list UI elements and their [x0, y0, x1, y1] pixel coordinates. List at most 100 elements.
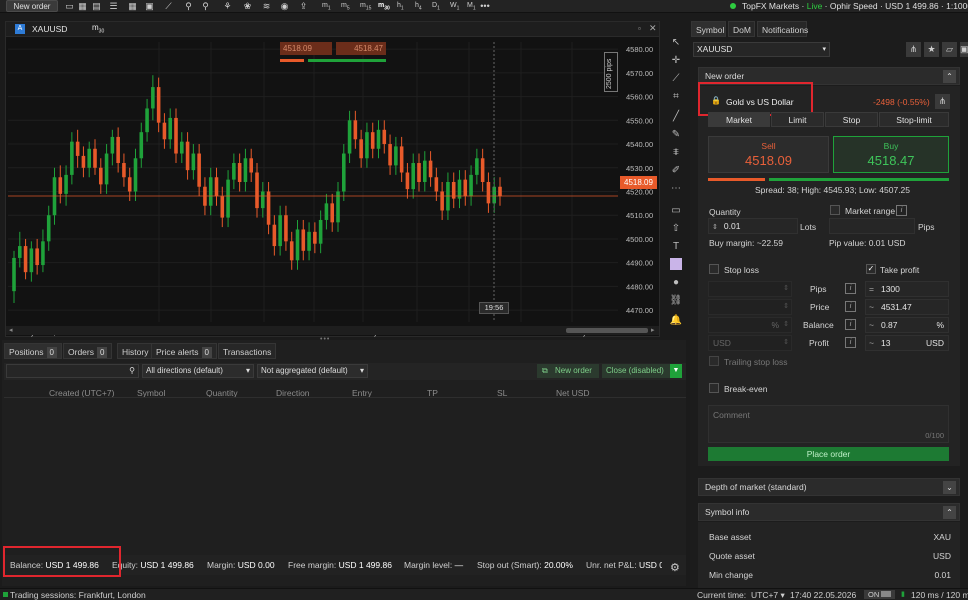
candle[interactable]	[249, 148, 254, 182]
candle[interactable]	[347, 110, 352, 164]
take-profit-input[interactable]: = 1300	[865, 281, 949, 297]
candle[interactable]	[174, 108, 178, 164]
info-icon[interactable]: i	[896, 205, 907, 216]
tab-positions[interactable]: Positions 0	[4, 343, 62, 359]
take-profit-input[interactable]: ~13 USD	[865, 335, 949, 351]
candle[interactable]	[324, 193, 329, 230]
toggle-switch[interactable]: ON	[864, 590, 896, 599]
tab-symbol[interactable]: Symbol	[691, 21, 726, 37]
candle[interactable]	[133, 148, 138, 201]
arrow-up-icon[interactable]: ⇧	[669, 222, 683, 236]
candle[interactable]	[64, 165, 68, 206]
take-profit-checkbox[interactable]: ✓	[866, 264, 876, 274]
candle[interactable]	[451, 172, 456, 209]
take-profit-input[interactable]: ~4531.47	[865, 299, 949, 315]
timeframe-button[interactable]: D1	[432, 0, 440, 14]
crop-icon[interactable]: ⌗	[669, 90, 683, 104]
layout-split-icon[interactable]: ▤	[91, 1, 102, 12]
candle[interactable]	[220, 186, 225, 228]
candle[interactable]	[422, 151, 427, 192]
candle[interactable]	[341, 144, 346, 201]
order-type-stop[interactable]: Stop	[825, 112, 878, 127]
menu-icon[interactable]: ☰	[108, 1, 119, 12]
candle[interactable]	[35, 238, 39, 275]
share-icon[interactable]: ⋔	[906, 42, 921, 57]
close-disabled-button[interactable]: Close (disabled)	[602, 364, 670, 378]
candle[interactable]	[463, 170, 468, 206]
symbol-select[interactable]: XAUUSD ▾	[693, 42, 830, 57]
sell-button[interactable]: Sell 4518.09	[708, 136, 829, 173]
grid-icon[interactable]: ▦	[127, 1, 138, 12]
more-icon[interactable]: •••	[478, 1, 492, 12]
candle[interactable]	[359, 129, 363, 168]
candle[interactable]	[226, 170, 230, 228]
tab-orders[interactable]: Orders 0	[63, 343, 113, 359]
candle[interactable]	[145, 98, 149, 142]
depth-of-market-section[interactable]: Depth of market (standard) ⌄	[698, 478, 960, 496]
chart-timeframe[interactable]: m30	[92, 23, 104, 35]
crosshair-icon[interactable]: ✛	[669, 54, 683, 68]
scrollbar-thumb[interactable]	[566, 328, 648, 333]
order-type-limit[interactable]: Limit	[771, 112, 824, 127]
account-info[interactable]: TopFX Markets · Live · Ophir Speed · USD…	[742, 1, 968, 11]
candle[interactable]	[151, 75, 155, 121]
text-icon[interactable]: T	[669, 240, 683, 254]
trend-line-icon[interactable]: ╱	[669, 110, 683, 124]
candle[interactable]	[480, 148, 485, 192]
candle[interactable]	[46, 205, 51, 251]
quantity-input[interactable]: ⇕ 0.01	[708, 218, 798, 234]
cursor-icon[interactable]: ↖	[669, 36, 683, 50]
timeframe-button[interactable]: h1	[397, 0, 404, 14]
market-range-checkbox[interactable]	[830, 205, 840, 215]
candle[interactable]	[41, 229, 45, 273]
info-icon[interactable]: i	[845, 283, 856, 294]
stepper-icon[interactable]: ⇕	[783, 318, 789, 332]
tab-dom[interactable]: DoM	[728, 21, 755, 37]
more-tools-icon[interactable]: ⋯	[669, 182, 683, 196]
candle[interactable]	[457, 170, 462, 209]
candle[interactable]	[162, 113, 167, 149]
candle[interactable]	[486, 172, 491, 213]
candle[interactable]	[12, 250, 16, 304]
tab-transactions[interactable]: Transactions	[218, 343, 277, 359]
window-icon[interactable]: ▣	[144, 1, 155, 12]
timeframe-button[interactable]: h4	[415, 0, 422, 14]
tab-notifications[interactable]: Notifications	[757, 21, 808, 37]
buy-button[interactable]: Buy 4518.47	[833, 136, 949, 173]
layout-single-icon[interactable]: ▭	[64, 1, 75, 12]
star-icon[interactable]: ★	[924, 42, 939, 57]
order-type-stop-limit[interactable]: Stop-limit	[879, 112, 949, 127]
timeframe-button[interactable]: W1	[450, 0, 459, 14]
candle[interactable]	[318, 210, 323, 254]
pencil-icon[interactable]: ✎	[669, 128, 683, 142]
candle[interactable]	[388, 134, 392, 175]
cbot-icon[interactable]: ❀	[242, 1, 253, 12]
scroll-right-icon[interactable]: ▸	[651, 326, 655, 334]
stop-loss-input[interactable]: ⇕	[708, 281, 792, 297]
candle[interactable]	[185, 132, 190, 180]
share-icon[interactable]: ⋔	[935, 94, 950, 109]
candle[interactable]	[278, 205, 282, 256]
candle[interactable]	[237, 153, 242, 192]
chart-buy-button[interactable]: 4518.47	[336, 42, 386, 55]
trailing-stop-checkbox[interactable]	[709, 356, 719, 366]
info-icon[interactable]: i	[845, 337, 856, 348]
candle[interactable]	[191, 144, 196, 180]
timeframe-button[interactable]: M1	[467, 0, 476, 14]
candle[interactable]	[284, 205, 288, 251]
indicators-icon[interactable]: ⚘	[222, 1, 233, 12]
candle[interactable]	[110, 129, 115, 166]
place-order-button[interactable]: Place order	[708, 447, 949, 461]
eye-icon[interactable]: ◉	[279, 1, 290, 12]
candle[interactable]	[197, 144, 201, 197]
candle[interactable]	[139, 122, 144, 168]
take-profit-input[interactable]: ~0.87%	[865, 317, 949, 333]
new-order-button[interactable]: New order	[6, 0, 58, 12]
share-icon[interactable]: ⇪	[298, 1, 309, 12]
candle[interactable]	[81, 146, 86, 178]
candle[interactable]	[428, 151, 433, 187]
ruler-icon[interactable]: ⟋	[669, 72, 683, 86]
candle[interactable]	[116, 127, 120, 173]
candle[interactable]	[93, 139, 97, 175]
candle[interactable]	[70, 132, 74, 185]
